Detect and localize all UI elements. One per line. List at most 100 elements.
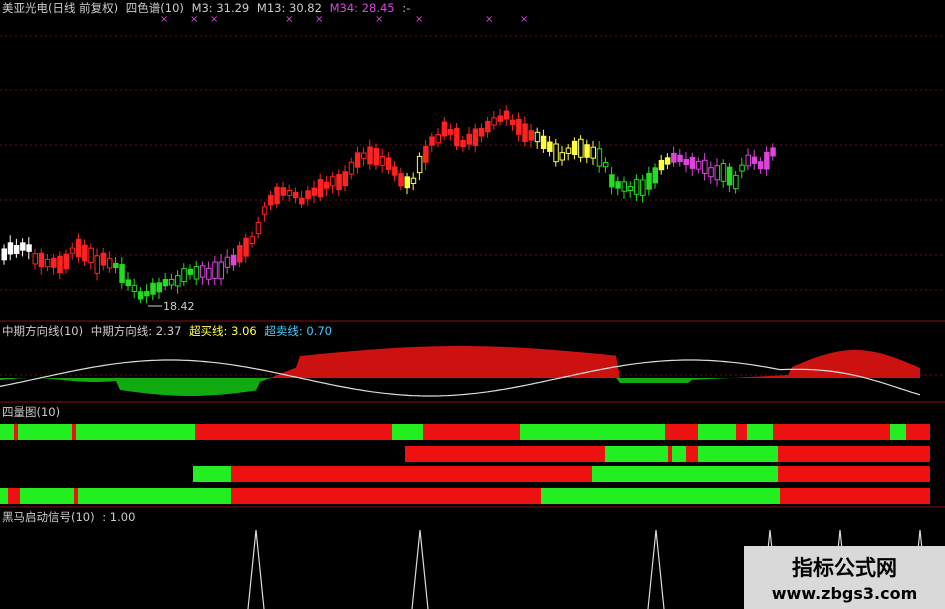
candle-body — [199, 265, 206, 278]
candle-body — [237, 245, 243, 263]
candle-body — [615, 181, 621, 189]
volume-segment — [231, 488, 541, 504]
candle-body — [299, 197, 305, 205]
candle-body — [497, 115, 503, 122]
candle-body — [125, 279, 131, 287]
oversold-value: 超卖线: 0.70 — [264, 324, 332, 338]
candle-body — [274, 186, 280, 205]
volume-segment — [747, 424, 773, 440]
candle-body — [447, 129, 454, 135]
candle-body — [677, 154, 683, 162]
four-volume-panel — [0, 424, 930, 504]
candle-body — [745, 154, 751, 167]
candle-body — [69, 247, 76, 254]
candle-body — [113, 262, 119, 269]
candle-body — [571, 140, 578, 155]
candle-body — [144, 291, 150, 297]
candle-body — [429, 136, 435, 146]
candle-body — [633, 179, 640, 195]
candle-body — [454, 128, 460, 147]
candle-body — [156, 282, 162, 293]
candle-body — [261, 206, 268, 215]
candle-body — [466, 133, 472, 145]
volume-segment — [0, 488, 8, 504]
candle-body — [739, 164, 745, 172]
candle-body — [584, 144, 590, 158]
volume-segment — [686, 446, 698, 462]
candle-body — [708, 167, 714, 178]
watermark-url: www.zbgs3.com — [771, 584, 918, 603]
direction-indicator-name: 中期方向线(10) — [2, 324, 84, 338]
candle-body — [534, 131, 541, 143]
candle-body — [714, 165, 720, 181]
candle-body — [516, 118, 522, 135]
signal-spike — [411, 529, 429, 609]
candle-body — [565, 147, 572, 154]
signal-mark: × — [375, 14, 383, 25]
direction-area-negative — [0, 378, 920, 396]
candle-body — [342, 171, 348, 187]
candle-body — [522, 123, 528, 142]
volume-segment — [423, 424, 520, 440]
watermark: 指标公式网 www.zbgs3.com — [744, 546, 945, 609]
watermark-title: 指标公式网 — [792, 556, 897, 580]
volume-segment — [672, 446, 686, 462]
candle-body — [392, 166, 398, 176]
volume-segment — [8, 488, 20, 504]
signal-mark: × — [210, 14, 218, 25]
volume-segment — [668, 446, 672, 462]
ma3-value: M3: 31.29 — [191, 1, 250, 15]
candle-body — [137, 291, 144, 300]
volume-segment — [906, 424, 930, 440]
four-volume-legend: 四量图(10) — [2, 405, 64, 419]
candle-body — [553, 143, 559, 163]
signal-mark: × — [520, 14, 528, 25]
candle-body — [683, 158, 689, 166]
candle-body — [218, 261, 224, 280]
legend-tail: :- — [402, 1, 411, 15]
signal-mark: × — [285, 14, 293, 25]
candle-body — [305, 190, 311, 200]
candle-body — [751, 156, 758, 164]
candle-body — [609, 174, 615, 188]
candle-body — [187, 268, 193, 275]
candle-body — [280, 187, 286, 196]
candle-body — [1, 248, 7, 261]
candle-body — [317, 179, 324, 198]
candle-body — [286, 189, 293, 196]
volume-segment — [74, 488, 78, 504]
candle-body — [206, 267, 212, 280]
volume-segment — [78, 488, 231, 504]
candle-body — [695, 161, 702, 170]
candle-body — [20, 242, 26, 251]
candle-body — [503, 110, 510, 120]
candle-body — [106, 257, 113, 269]
volume-segment — [773, 424, 890, 440]
candle-body — [175, 275, 181, 287]
candle-body — [770, 147, 776, 157]
candle-body — [652, 167, 658, 184]
candle-body — [559, 152, 565, 161]
price-legend: 美亚光电(日线 前复权) 四色谱(10) M3: 31.29 M13: 30.8… — [2, 1, 414, 15]
candle-body — [57, 255, 63, 274]
volume-segment — [698, 446, 778, 462]
candle-body — [460, 139, 466, 147]
candle-body — [664, 157, 671, 165]
candle-body — [255, 221, 262, 235]
candle-body — [230, 254, 237, 266]
candle-body — [162, 278, 169, 287]
candle-body — [578, 138, 584, 158]
candle-body — [720, 163, 727, 182]
candle-body — [13, 244, 20, 254]
candle-body — [63, 253, 69, 270]
candle-body — [621, 181, 627, 192]
candle-body — [398, 173, 404, 187]
volume-segment — [605, 446, 668, 462]
chart-canvas: × × × × × × × × × 18.42 — [0, 14, 945, 609]
volume-segment — [541, 488, 780, 504]
volume-segment — [778, 446, 930, 462]
candle-body — [646, 172, 652, 190]
candle-body — [596, 148, 603, 167]
low-price-marker: 18.42 — [148, 300, 195, 313]
volume-segment — [76, 424, 195, 440]
